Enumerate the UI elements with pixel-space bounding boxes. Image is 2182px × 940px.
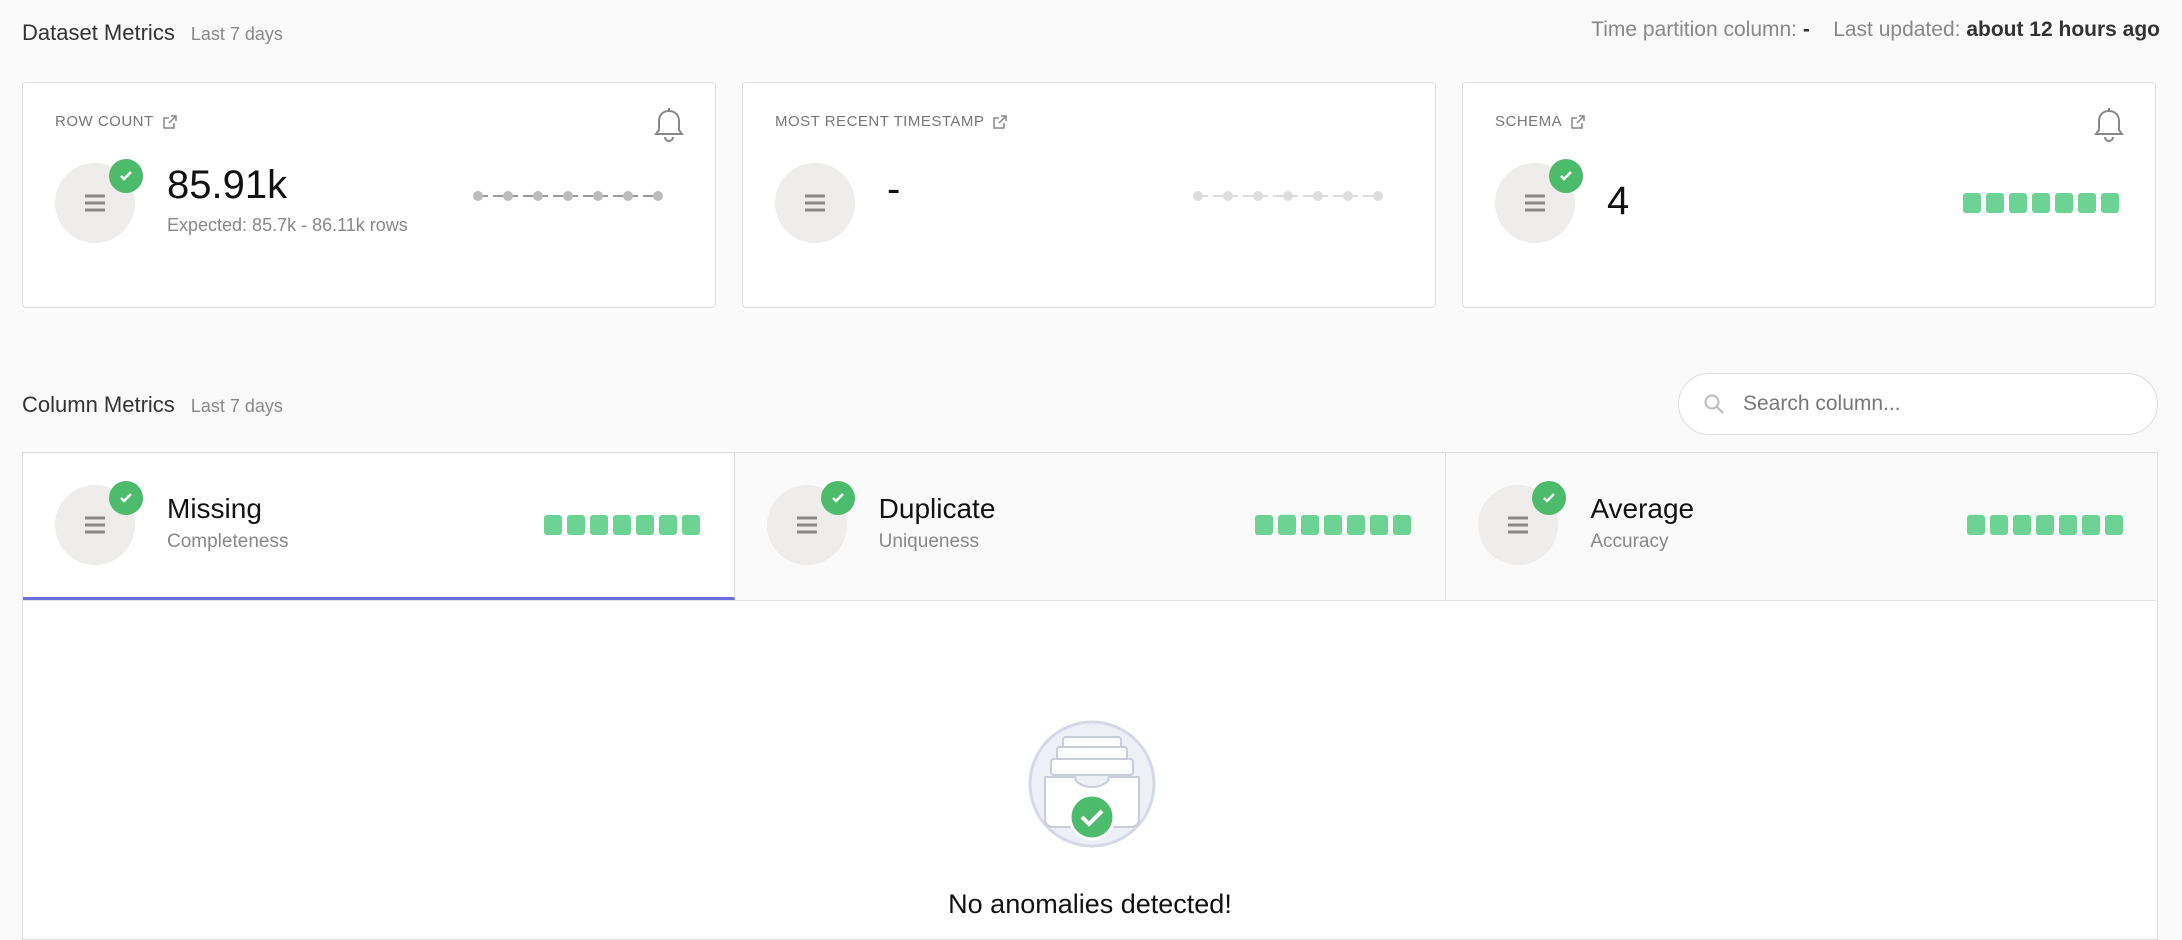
list-icon [85,194,105,212]
day-status-square[interactable] [2055,193,2073,213]
recent-timestamp-value: - [887,167,901,211]
row-count-label: ROW COUNT [55,113,154,130]
recent-timestamp-card[interactable]: MOST RECENT TIMESTAMP - [742,82,1436,308]
missing-daily-status [543,515,700,535]
check-icon [820,481,855,515]
tab-subtitle: Completeness [167,531,289,552]
recent-timestamp-label: MOST RECENT TIMESTAMP [775,113,985,130]
column-metrics-range: Last 7 days [190,396,283,416]
tab-duplicate[interactable]: Duplicate Uniqueness [735,453,1447,600]
day-status-square[interactable] [1986,193,2004,213]
tab-average[interactable]: Average Accuracy [1446,453,2157,600]
day-status-square[interactable] [1990,515,2009,535]
tab-title: Duplicate [878,493,996,524]
row-count-sparkline [473,191,663,201]
updated-value: about 12 hours ago [1966,18,2160,41]
duplicate-daily-status [1255,515,1412,535]
day-status-square[interactable] [543,515,562,535]
day-status-square[interactable] [635,515,654,535]
list-icon [796,516,817,534]
metric-avatar [766,481,855,565]
day-status-square[interactable] [1963,193,1981,213]
tab-subtitle: Accuracy [1590,531,1669,552]
check-icon [1532,481,1567,515]
list-icon [1525,194,1545,212]
row-count-card[interactable]: ROW COUNT 85.91k Expected: 85.7k - 86.11… [22,82,716,308]
day-status-square[interactable] [1393,515,1412,535]
external-link-icon[interactable] [1570,114,1586,130]
tab-title: Missing [167,493,262,524]
updated-label: Last updated: [1833,18,1961,41]
list-icon [1508,516,1529,534]
metric-avatar [775,163,855,243]
day-status-square[interactable] [566,515,585,535]
schema-card[interactable]: SCHEMA 4 [1462,82,2156,308]
day-status-square[interactable] [2059,515,2078,535]
check-icon [109,159,143,193]
schema-value: 4 [1607,179,1630,223]
search-column-box[interactable] [1678,373,2158,435]
column-metric-tabs: Missing Completeness Duplicate Uniquenes… [22,452,2158,600]
metric-avatar [1478,481,1567,565]
day-status-square[interactable] [2101,193,2119,213]
day-status-square[interactable] [681,515,700,535]
day-status-square[interactable] [2032,193,2050,213]
day-status-square[interactable] [1347,515,1366,535]
list-icon [85,516,105,534]
tab-subtitle: Uniqueness [878,531,980,552]
anomalies-panel: No anomalies detected! [22,600,2158,940]
partition-value: - [1802,18,1810,41]
schema-label: SCHEMA [1495,113,1563,130]
external-link-icon[interactable] [992,114,1008,130]
partition-label: Time partition column: [1591,18,1797,41]
day-status-square[interactable] [658,515,677,535]
day-status-square[interactable] [2036,515,2055,535]
recent-timestamp-sparkline [1193,191,1383,201]
row-count-value: 85.91k [167,163,288,207]
dataset-meta: Time partition column: - Last updated: a… [1591,18,2160,42]
inbox-check-icon [1028,720,1156,848]
day-status-square[interactable] [2013,515,2032,535]
day-status-square[interactable] [1278,515,1297,535]
column-metrics-header: Column Metrics Last 7 days [22,392,283,418]
search-icon [1704,394,1724,414]
day-status-square[interactable] [1255,515,1274,535]
day-status-square[interactable] [1324,515,1343,535]
day-status-square[interactable] [2009,193,2027,213]
recent-timestamp-label-group: MOST RECENT TIMESTAMP [775,113,1008,130]
metric-avatar [55,159,143,243]
check-icon [1549,159,1583,193]
metric-avatar [55,481,143,565]
bell-icon[interactable] [2093,107,2125,143]
schema-label-group: SCHEMA [1495,113,1586,130]
dataset-metrics-title: Dataset Metrics [22,20,175,45]
column-metrics-title: Column Metrics [22,392,175,417]
day-status-square[interactable] [1301,515,1320,535]
tab-title: Average [1590,493,1695,524]
day-status-square[interactable] [2082,515,2101,535]
list-icon [805,194,825,212]
day-status-square[interactable] [612,515,631,535]
dataset-metrics-header: Dataset Metrics Last 7 days [22,20,283,46]
day-status-square[interactable] [2078,193,2096,213]
metric-avatar [1495,159,1583,243]
external-link-icon[interactable] [162,114,178,130]
average-daily-status [1967,515,2124,535]
row-count-expected: Expected: 85.7k - 86.11k rows [167,215,408,235]
search-column-input[interactable] [1741,391,2145,417]
day-status-square[interactable] [1370,515,1389,535]
schema-daily-status [1963,193,2119,213]
empty-state-message: No anomalies detected! [948,889,1232,919]
tab-missing[interactable]: Missing Completeness [23,453,735,600]
row-count-label-group: ROW COUNT [55,113,178,130]
day-status-square[interactable] [1967,515,1986,535]
check-icon [109,481,143,515]
bell-icon[interactable] [653,107,685,143]
day-status-square[interactable] [2105,515,2124,535]
dataset-metrics-range: Last 7 days [190,24,283,44]
day-status-square[interactable] [589,515,608,535]
